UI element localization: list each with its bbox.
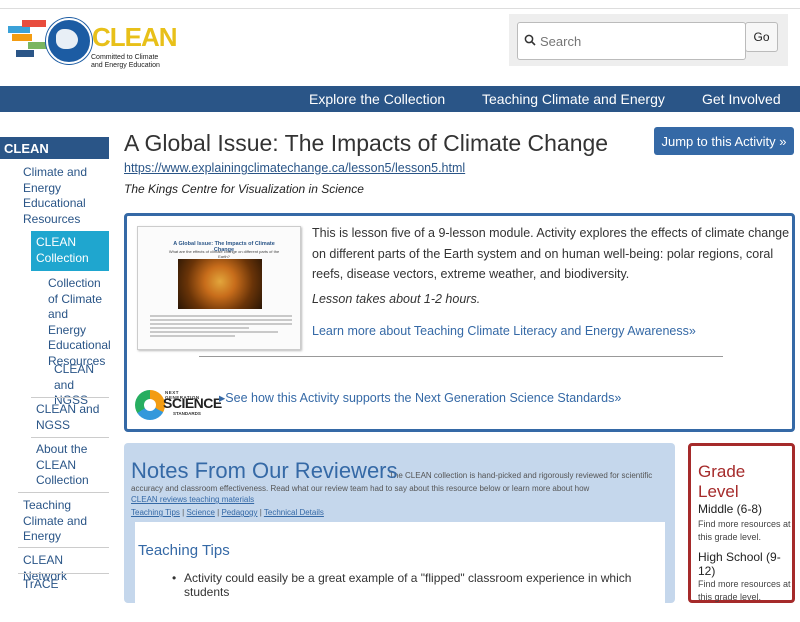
go-button[interactable]: Go (745, 22, 778, 52)
logo-wordmark: CLEAN (92, 22, 178, 52)
top-rule (0, 8, 800, 9)
resource-organization: The Kings Centre for Visualization in Sc… (124, 182, 364, 196)
logo-tagline: Committed to Climate and Energy Educatio… (91, 54, 160, 69)
ngss-hexagon-icon (135, 390, 165, 420)
teaching-tips-box: Teaching Tips Activity could easily be a… (135, 522, 665, 622)
clean-reviews-link[interactable]: CLEAN reviews teaching materials (131, 495, 254, 504)
sidebar-heading[interactable]: CLEAN (0, 137, 109, 159)
ngss-logo-bottom: STANDARDS (173, 411, 201, 416)
jump-to-activity-button[interactable]: Jump to this Activity » (654, 127, 794, 155)
sidebar-item-collection-resources[interactable]: Collection of Climate and Energy Educati… (48, 276, 111, 369)
sidebar-divider (31, 397, 109, 398)
sidebar-divider (31, 437, 109, 438)
grade-level-panel: Grade Level Middle (6-8) Find more resou… (688, 443, 795, 603)
link-technical-details[interactable]: Technical Details (264, 508, 324, 517)
thumbnail-image (178, 259, 262, 309)
nav-get-involved[interactable]: Get Involved (702, 91, 781, 107)
ngss-support-link[interactable]: ▸See how this Activity supports the Next… (219, 390, 621, 405)
thumbnail-subtitle: What are the effects of climate change o… (168, 249, 280, 259)
sidebar-divider (18, 573, 109, 574)
thumbnail-text-lines (150, 315, 292, 339)
sidebar-item-about-collection[interactable]: About the CLEAN Collection (36, 442, 106, 489)
link-pedagogy[interactable]: Pedagogy (221, 508, 257, 517)
resource-url-link[interactable]: https://www.explainingclimatechange.ca/l… (124, 161, 465, 175)
resource-summary-card: A Global Issue: The Impacts of Climate C… (124, 213, 795, 432)
grade-middle[interactable]: Middle (6-8) (698, 502, 762, 516)
resource-thumbnail[interactable]: A Global Issue: The Impacts of Climate C… (137, 226, 301, 350)
sidebar-divider (18, 547, 109, 548)
nav-explore-collection[interactable]: Explore the Collection (309, 91, 445, 107)
link-science[interactable]: Science (186, 508, 214, 517)
page-title: A Global Issue: The Impacts of Climate C… (124, 130, 609, 156)
resource-description: This is lesson five of a 9-lesson module… (312, 226, 790, 281)
learn-more-link[interactable]: Learn more about Teaching Climate Litera… (312, 324, 696, 338)
teaching-tips-heading: Teaching Tips (138, 542, 230, 559)
grade-middle-note[interactable]: Find more resources at this grade level. (698, 518, 794, 544)
nav-teaching-climate[interactable]: Teaching Climate and Energy (482, 91, 665, 107)
search-field[interactable] (517, 22, 746, 60)
sidebar-item-resources[interactable]: Climate and Energy Educational Resources (23, 165, 103, 227)
reviewer-notes-panel: The CLEAN collection is hand-picked and … (124, 443, 675, 622)
search-icon (524, 34, 536, 46)
globe-icon (46, 18, 92, 64)
sidebar-item-clean-collection[interactable]: CLEAN Collection (36, 235, 106, 266)
clean-logo[interactable]: CLEAN Committed to Climate and Energy Ed… (8, 16, 178, 72)
sidebar-divider (18, 492, 109, 493)
grade-high-school[interactable]: High School (9-12) (698, 550, 794, 578)
link-teaching-tips[interactable]: Teaching Tips (131, 508, 180, 517)
card-divider (199, 356, 723, 357)
ngss-logo: NEXT GENERATION SCIENCE STANDARDS (135, 386, 222, 422)
search-input[interactable] (540, 31, 740, 51)
sidebar-item-trace[interactable]: TrACE (23, 577, 103, 593)
search-panel: Go (509, 14, 788, 66)
notes-section-links: Teaching Tips | Science | Pedagogy | Tec… (131, 508, 324, 517)
main-nav: Explore the Collection Teaching Climate … (0, 86, 800, 112)
ngss-logo-main: SCIENCE (163, 395, 222, 411)
sidebar-item-clean-ngss[interactable]: CLEAN and NGSS (36, 402, 106, 433)
sidebar-item-teaching[interactable]: Teaching Climate and Energy (23, 498, 103, 545)
teaching-tip-item: Activity could easily be a great example… (172, 571, 665, 599)
notes-heading: Notes From Our Reviewers (131, 458, 398, 483)
grade-high-school-note[interactable]: Find more resources at this grade level. (698, 578, 794, 604)
grade-level-heading: Grade Level (698, 462, 746, 501)
resource-length: Lesson takes about 1-2 hours. (312, 292, 481, 306)
